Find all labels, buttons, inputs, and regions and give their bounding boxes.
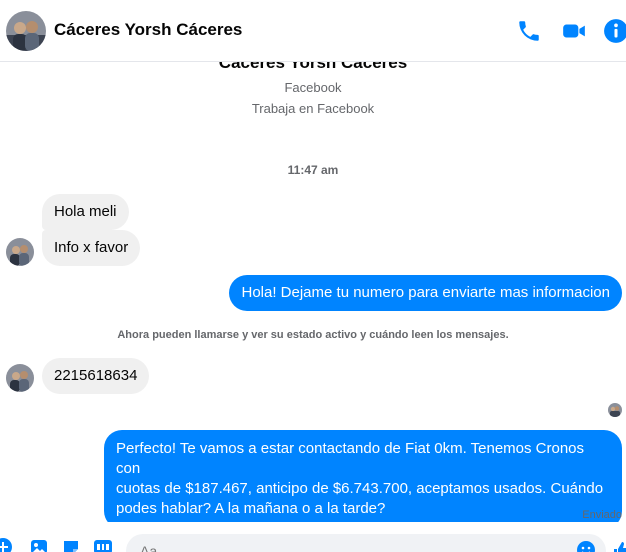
message-text-line: podes hablar? A la mañana o a la tarde? <box>116 500 386 517</box>
gif-icon[interactable] <box>94 538 112 552</box>
message-bubble-incoming[interactable]: Info x favor <box>42 230 141 266</box>
contact-avatar[interactable] <box>6 11 46 51</box>
message-text: Hola! Dejame tu numero para enviarte mas… <box>241 284 610 301</box>
message-text: 2215618634 <box>54 367 138 384</box>
image-icon[interactable] <box>30 538 48 552</box>
message-input[interactable] <box>126 534 606 552</box>
message-bubble-incoming[interactable]: Hola meli <box>42 194 129 230</box>
message-bubble-incoming[interactable]: 2215618634 <box>42 358 150 394</box>
message-thread[interactable]: Cáceres Yorsh Cáceres Facebook Trabaja e… <box>0 62 626 522</box>
like-icon[interactable] <box>612 540 626 552</box>
phone-icon[interactable] <box>516 18 542 44</box>
message-timestamp: 11:47 am <box>287 163 339 177</box>
message-bubble-outgoing[interactable]: Hola! Dejame tu numero para enviarte mas… <box>229 275 622 311</box>
read-receipt-avatar <box>608 403 622 417</box>
plus-icon[interactable] <box>0 538 12 552</box>
contact-avatar-small <box>6 238 34 266</box>
emoji-icon[interactable] <box>576 540 596 552</box>
sticker-icon[interactable] <box>62 538 80 552</box>
contact-avatar-small <box>6 364 34 392</box>
profile-line-2: Trabaja en Facebook <box>251 101 375 116</box>
profile-name: Cáceres Yorsh Cáceres <box>218 62 408 72</box>
video-icon[interactable] <box>561 18 587 44</box>
system-notice: Ahora pueden llamarse y ver su estado ac… <box>117 329 509 341</box>
message-bubble-outgoing[interactable]: Perfecto! Te vamos a estar contactando d… <box>104 430 622 522</box>
message-text: Info x favor <box>54 239 129 256</box>
contact-name[interactable]: Cáceres Yorsh Cáceres <box>54 20 242 40</box>
profile-line-1: Facebook <box>284 80 342 95</box>
conversation-header: Cáceres Yorsh Cáceres <box>0 0 626 62</box>
info-icon[interactable] <box>603 18 626 44</box>
message-text-line: Perfecto! Te vamos a estar contactando d… <box>116 440 585 477</box>
message-composer <box>0 522 626 552</box>
message-text-line: cuotas de $187.467, anticipo de $6.743.7… <box>116 480 604 497</box>
message-text: Hola meli <box>54 203 117 220</box>
delivery-status: Enviado <box>582 509 622 521</box>
